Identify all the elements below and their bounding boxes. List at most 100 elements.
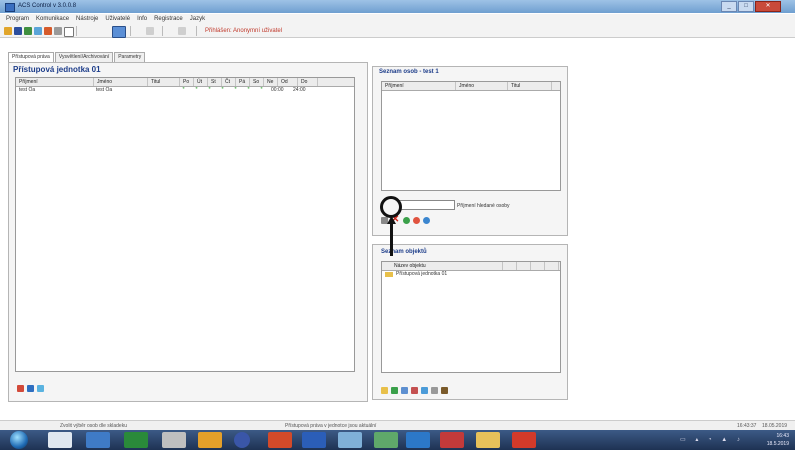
menu-nastroje[interactable]: Nástroje (76, 16, 98, 22)
menu-komunikace[interactable]: Komunikace (36, 16, 69, 22)
add-person-icon[interactable] (403, 217, 410, 224)
menu-jazyk[interactable]: Jazyk (190, 16, 205, 22)
col-ct[interactable]: Čt (222, 78, 236, 86)
unit-icon[interactable] (44, 27, 52, 35)
col-so[interactable]: So (250, 78, 264, 86)
list-item[interactable]: Přístupová jednotka 01 (382, 271, 560, 278)
maximize-button[interactable]: □ (738, 1, 754, 12)
col-ne[interactable]: Ne (264, 78, 278, 86)
access-unit-title: Přístupová jednotka 01 (13, 65, 101, 74)
link-icon[interactable] (421, 387, 428, 394)
taskbar: ▭ ▴ ◔ ▲ ♪ 16:43 18.5.2019 (0, 430, 795, 450)
cell-ut: * (195, 87, 198, 93)
col-titul[interactable]: Titul (508, 82, 552, 90)
col-prijmeni[interactable]: Příjmení (16, 78, 94, 86)
minimize-button[interactable]: _ (721, 1, 737, 12)
settings-icon[interactable] (54, 27, 62, 35)
save-icon[interactable] (14, 27, 22, 35)
cell-pa: * (234, 87, 237, 93)
toolbar-separator (162, 26, 163, 36)
taskbar-app-icon[interactable] (338, 432, 362, 448)
refresh-persons-icon[interactable] (423, 217, 430, 224)
menu-info[interactable]: Info (137, 16, 147, 22)
menu-uzivatele[interactable]: Uživatelé (105, 16, 130, 22)
access-icon[interactable] (440, 432, 464, 448)
word-icon[interactable] (302, 432, 326, 448)
close-button[interactable]: ✕ (755, 1, 781, 12)
explorer-icon[interactable] (48, 432, 72, 448)
taskbar-app-icon[interactable] (234, 432, 250, 448)
key-icon[interactable] (441, 387, 448, 394)
person-search-label: Příjmení hledané osoby (457, 203, 510, 209)
system-tray-icons[interactable]: ▭ ▴ ◔ ▲ ♪ (680, 436, 744, 443)
persons-table[interactable]: Příjmení Jméno Titul (381, 81, 561, 191)
folder-add-icon[interactable] (381, 387, 388, 394)
title-bar: ACS Control v 3.0.0.8 _ □ ✕ (0, 0, 795, 13)
remove-person-icon[interactable] (413, 217, 420, 224)
acs-control-icon[interactable] (476, 432, 500, 448)
up-arrow-icon (387, 216, 396, 256)
connect-icon[interactable] (24, 27, 32, 35)
document-icon[interactable] (64, 27, 74, 37)
access-unit-panel: Přístupová jednotka 01 Příjmení Jméno Ti… (8, 62, 368, 402)
tab-archive[interactable]: Vysvětlení/Archivování (54, 52, 114, 62)
col-od[interactable]: Od (278, 78, 298, 86)
taskbar-app-icon[interactable] (162, 432, 186, 448)
col-jmeno[interactable]: Jméno (456, 82, 508, 90)
cell-ct: * (221, 87, 224, 93)
tab-access-rights[interactable]: Přístupová práva (8, 52, 54, 62)
col-ut[interactable]: Út (194, 78, 208, 86)
object-name: Přístupová jednotka 01 (396, 271, 448, 277)
toolbar: Přihlášen: Anonymní uživatel (0, 24, 795, 38)
start-button[interactable] (10, 431, 28, 449)
outlook-icon[interactable] (406, 432, 430, 448)
col-st[interactable]: St (208, 78, 222, 86)
taskbar-app-icon[interactable] (124, 432, 148, 448)
add-right-icon[interactable] (17, 385, 24, 392)
edit-icon[interactable] (411, 387, 418, 394)
col-prijmeni[interactable]: Příjmení (382, 82, 456, 90)
status-hint: Zvolit výběr osob dle skladeku (60, 423, 127, 429)
cell-jmeno: test Oa (96, 87, 113, 93)
user-icon[interactable] (401, 387, 408, 394)
edit-right-icon[interactable] (27, 385, 34, 392)
table-row[interactable]: test Oa test Oa * * * * * * * 00:00 24:0… (16, 87, 354, 94)
status-message: Přístupová práva v jednotce jsou aktuáln… (285, 423, 377, 429)
clock-date: 18.5.2019 (766, 441, 789, 447)
window-title: ACS Control v 3.0.0.8 (18, 3, 77, 9)
col-jmeno[interactable]: Jméno (94, 78, 148, 86)
person-search-input[interactable] (399, 200, 455, 210)
taskbar-app-icon[interactable] (86, 432, 110, 448)
tab-parameters[interactable]: Parametry (114, 52, 146, 62)
toolbar-separator (130, 26, 131, 36)
col-po[interactable]: Po (180, 78, 194, 86)
users-icon[interactable] (34, 27, 42, 35)
refresh-icon[interactable] (37, 385, 44, 392)
access-rights-table[interactable]: Příjmení Jméno Titul Po Út St Čt Pá So N… (15, 77, 355, 372)
monitor-icon[interactable] (112, 26, 126, 38)
sync-icon[interactable] (391, 387, 398, 394)
main-tabs: Přístupová práva Vysvětlení/Archivování … (8, 52, 146, 62)
col-titul[interactable]: Titul (148, 78, 180, 86)
cell-prijmeni: test Oa (19, 87, 36, 93)
cell-do: 24:00 (293, 87, 306, 93)
clock-time: 16:43 (776, 433, 789, 439)
col-pa[interactable]: Pá (236, 78, 250, 86)
menu-program[interactable]: Program (6, 16, 29, 22)
taskbar-app-icon[interactable] (198, 432, 222, 448)
cell-so: * (247, 87, 250, 93)
objects-table[interactable]: Název objektu Přístupová jednotka 01 (381, 261, 561, 373)
open-icon[interactable] (4, 27, 12, 35)
taskbar-app-icon[interactable] (374, 432, 398, 448)
col-do[interactable]: Do (298, 78, 318, 86)
acrobat-icon[interactable] (512, 432, 536, 448)
powerpoint-icon[interactable] (268, 432, 292, 448)
highlight-circle (380, 196, 402, 218)
settings-icon[interactable] (431, 387, 438, 394)
taskbar-clock[interactable]: 16:43 18.5.2019 (767, 432, 789, 448)
col-nazev-objektu[interactable]: Název objektu (382, 262, 503, 270)
toolbar-separator (76, 26, 77, 36)
menu-registrace[interactable]: Registrace (154, 16, 183, 22)
cell-st: * (208, 87, 211, 93)
folder-icon (385, 272, 393, 277)
